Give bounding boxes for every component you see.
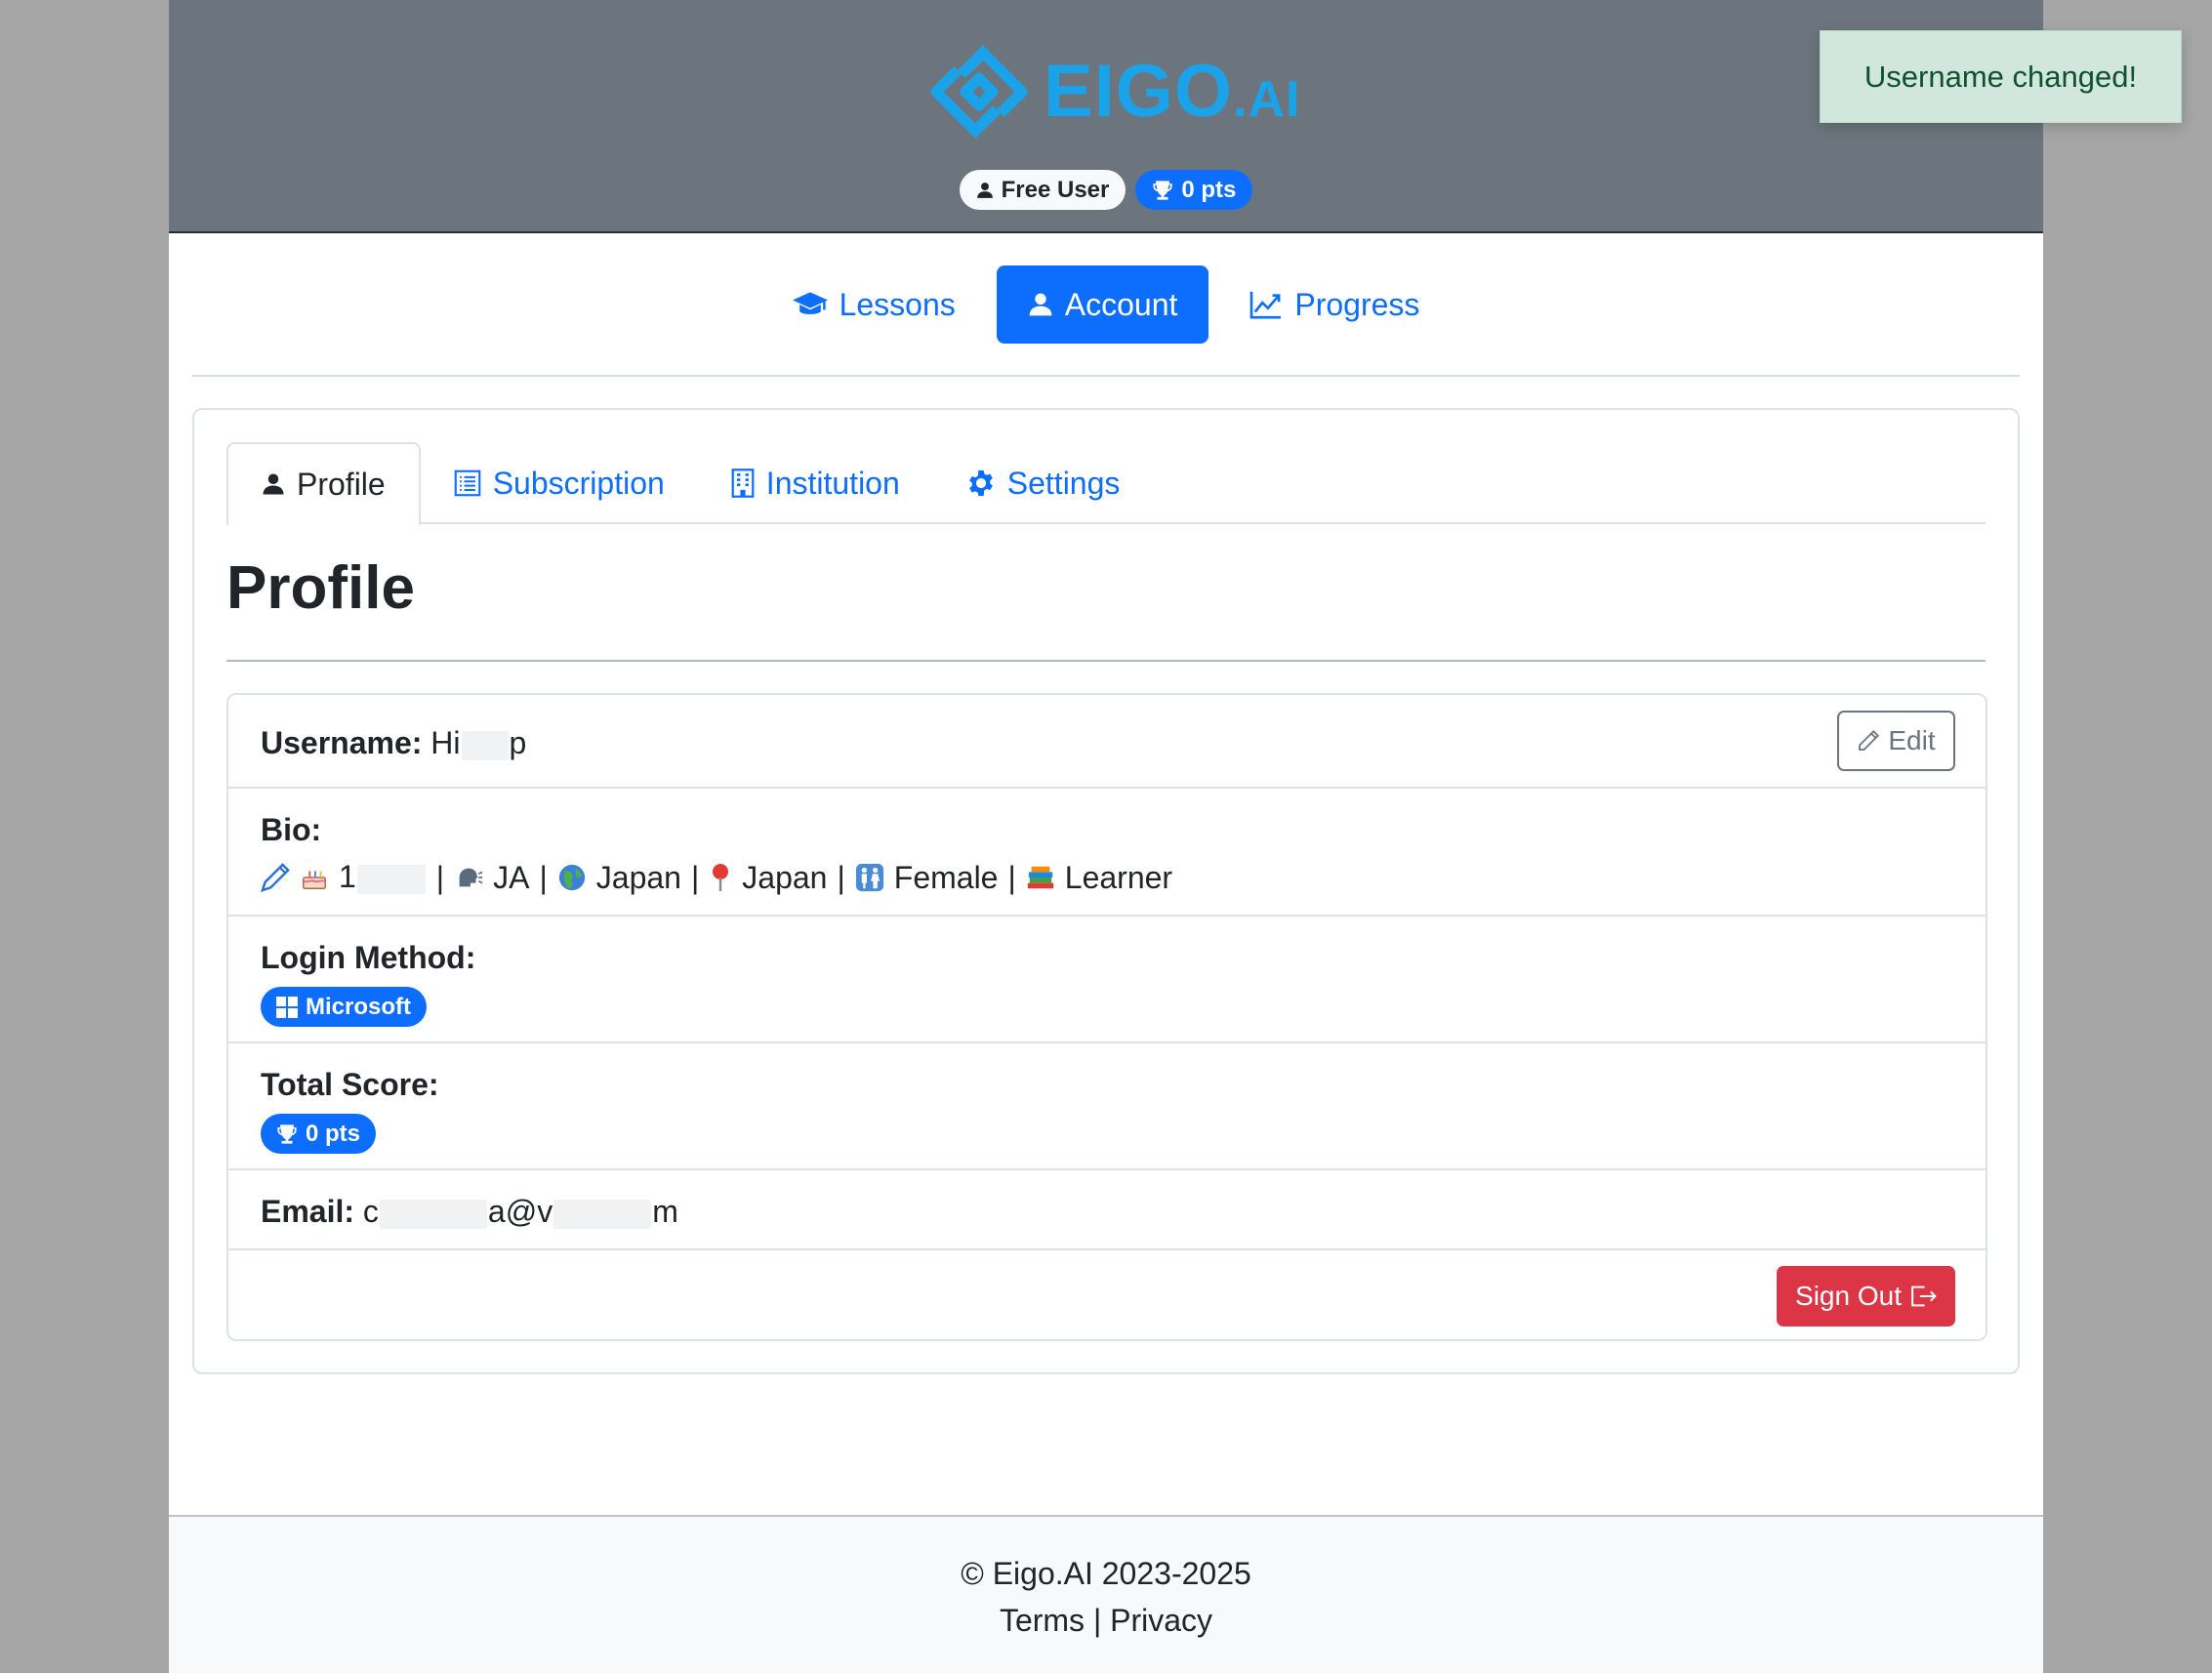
country-value: Japan: [595, 859, 681, 895]
brand-logo[interactable]: EIGO.AI: [928, 41, 1301, 143]
terms-link[interactable]: Terms: [1000, 1603, 1085, 1638]
brand-wordmark: EIGO.AI: [1044, 50, 1301, 133]
tab-subscription[interactable]: Subscription: [421, 442, 698, 524]
person-icon: [1029, 293, 1052, 316]
restroom-icon: [855, 863, 884, 892]
toast-message: Username changed!: [1864, 59, 2138, 94]
bio-label: Bio:: [261, 812, 322, 847]
nav-divider: [192, 375, 2020, 377]
app-window: EIGO.AI Free User 0 pts Lessons Account …: [169, 0, 2043, 1673]
login-method-label: Login Method:: [261, 940, 476, 975]
tab-profile[interactable]: Profile: [226, 442, 421, 526]
pin-icon: [709, 862, 732, 893]
cake-icon: [300, 863, 329, 892]
windows-icon: [276, 996, 298, 1018]
main-nav: Lessons Account Progress: [169, 265, 2043, 344]
location-value: Japan: [742, 859, 828, 895]
footer-links: Terms | Privacy: [999, 1603, 1213, 1638]
username-label: Username:: [261, 725, 423, 760]
nav-progress[interactable]: Progress: [1218, 265, 1451, 344]
gear-icon: [968, 469, 993, 497]
bio-text: 1 | JA | Japan | Japan | Female | Learne…: [261, 861, 1172, 894]
globe-icon: [557, 863, 587, 892]
pencil-icon: [1859, 729, 1880, 751]
nav-lessons[interactable]: Lessons: [761, 265, 987, 344]
graph-up-icon: [1250, 291, 1282, 319]
language-value: JA: [493, 859, 530, 895]
site-footer: © Eigo.AI 2023-2025 Terms | Privacy: [169, 1515, 2043, 1673]
edit-username-button[interactable]: Edit: [1837, 711, 1955, 771]
person-icon: [263, 473, 284, 495]
username-row: Username: Hi p Edit: [228, 695, 1986, 789]
title-divider: [226, 660, 1986, 662]
list-icon: [454, 469, 481, 497]
sign-out-button[interactable]: Sign Out: [1777, 1266, 1955, 1326]
gender-value: Female: [893, 859, 999, 895]
speaking-head-icon: [454, 863, 483, 892]
building-icon: [731, 469, 755, 498]
trophy-icon: [277, 1123, 297, 1144]
nav-account[interactable]: Account: [996, 265, 1209, 344]
bio-row: Bio: 1 | JA | Japan | Japan | Female | L…: [228, 789, 1986, 917]
profile-details: Username: Hi p Edit Bio: 1 | JA | Japan …: [226, 693, 1987, 1341]
trophy-icon: [1153, 180, 1172, 200]
logo-mark-icon: [930, 45, 1028, 139]
site-header: EIGO.AI Free User 0 pts: [169, 0, 2043, 233]
books-icon: [1026, 863, 1055, 892]
email-value: c a@v m: [362, 1194, 678, 1229]
total-score-label: Total Score:: [261, 1067, 439, 1102]
email-label: Email:: [261, 1194, 355, 1229]
login-method-row: Login Method: Microsoft: [228, 917, 1986, 1043]
tab-institution[interactable]: Institution: [698, 442, 933, 524]
person-icon: [976, 182, 993, 198]
total-score-badge: 0 pts: [261, 1114, 377, 1154]
pencil-icon: [261, 862, 290, 893]
user-tier-badge: Free User: [959, 170, 1126, 210]
tab-settings[interactable]: Settings: [933, 442, 1154, 524]
account-card: Profile Subscription Institution Setting…: [192, 408, 2020, 1374]
graduation-cap-icon: [792, 292, 828, 314]
points-badge: 0 pts: [1135, 170, 1253, 210]
box-arrow-right-icon: [1911, 1285, 1937, 1307]
birthday-value: 1: [339, 861, 427, 894]
email-row: Email: c a@v m: [228, 1170, 1986, 1250]
signout-row: Sign Out: [228, 1250, 1986, 1339]
role-value: Learner: [1064, 859, 1173, 895]
account-tabs: Profile Subscription Institution Setting…: [226, 442, 1986, 526]
total-score-row: Total Score: 0 pts: [228, 1043, 1986, 1170]
privacy-link[interactable]: Privacy: [1110, 1603, 1212, 1638]
header-badges: Free User 0 pts: [169, 170, 2043, 210]
username-value: Hi p: [430, 725, 527, 760]
toast-notification: Username changed!: [1820, 30, 2182, 123]
page-title: Profile: [226, 554, 415, 622]
login-method-badge: Microsoft: [261, 987, 427, 1027]
copyright-text: © Eigo.AI 2023-2025: [961, 1556, 1251, 1591]
